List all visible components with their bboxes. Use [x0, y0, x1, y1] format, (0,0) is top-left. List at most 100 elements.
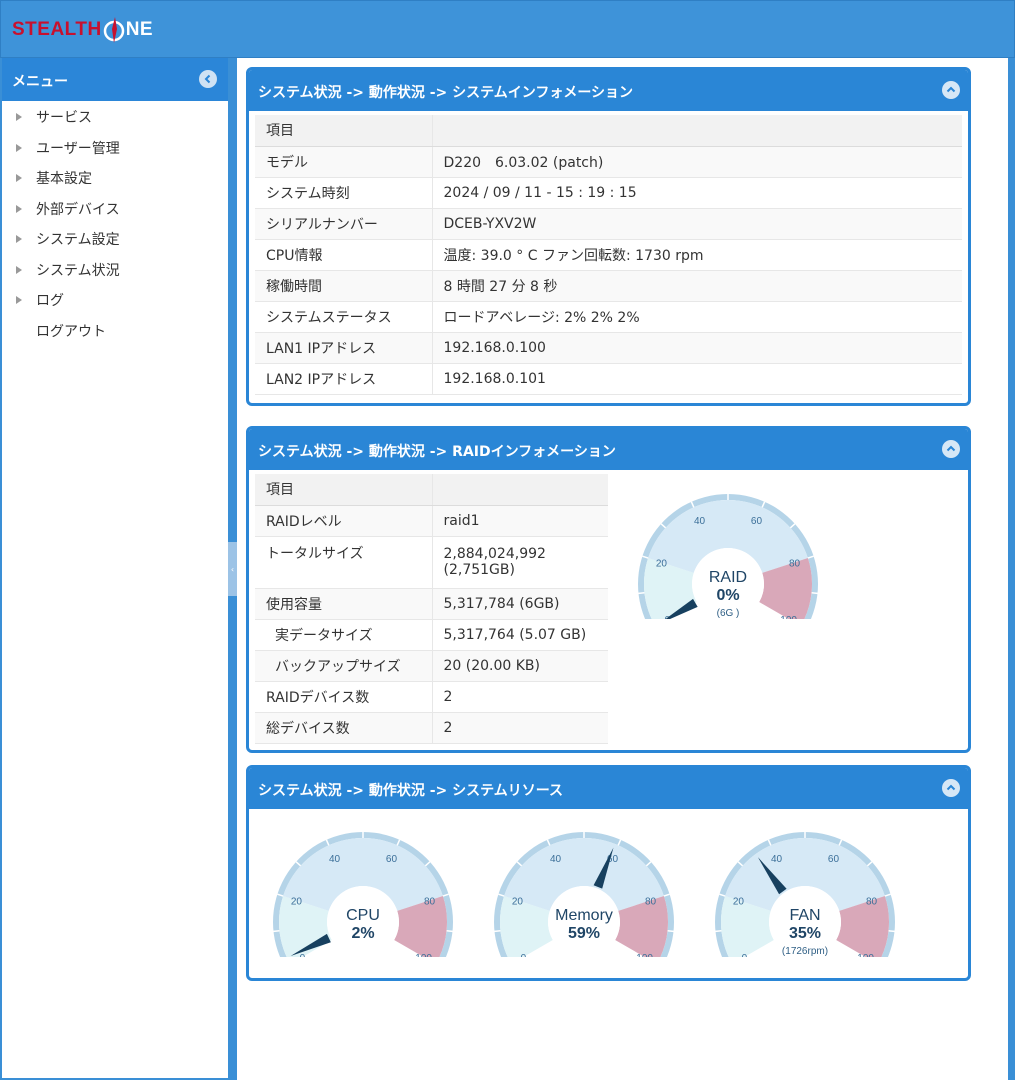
table-header-cell: 項目	[255, 115, 433, 147]
sidebar-item-basic-settings[interactable]: 基本設定	[2, 163, 228, 194]
chevron-left-icon	[204, 74, 211, 84]
top-bar: STEALTH NE	[0, 0, 1015, 58]
gauge-label: FAN	[789, 907, 820, 924]
gauge-tick	[273, 930, 280, 933]
brand-text-part2: NE	[125, 19, 154, 40]
table-row: 実データサイズ 5,317,764 (5.07 GB)	[255, 619, 608, 651]
brand-text-part1: STEALTH	[12, 19, 102, 40]
sidebar-item-label: ログ	[36, 293, 64, 310]
row-value: 2	[432, 712, 608, 744]
sidebar-item-external-devices[interactable]: 外部デバイス	[2, 194, 228, 225]
panel-header: システム状況 -> 動作状況 -> RAIDインフォメーション	[249, 429, 968, 470]
collapse-panel-button[interactable]	[942, 81, 960, 99]
table-row: 総デバイス数 2	[255, 712, 608, 744]
table-row: LAN2 IPアドレス 192.168.0.101	[255, 363, 962, 395]
row-value: 2024 / 09 / 11 - 15 : 19 : 15	[432, 177, 962, 209]
row-value: 2	[432, 681, 608, 713]
table-header-cell	[432, 115, 962, 147]
gauge-tick	[667, 930, 674, 933]
sidebar-item-logout[interactable]: ログアウト	[2, 316, 228, 347]
table-row: CPU情報 温度: 39.0 ° C ファン回転数: 1730 rpm	[255, 239, 962, 271]
sidebar-item-label: 基本設定	[36, 171, 92, 188]
row-value: 20 (20.00 KB)	[432, 650, 608, 682]
sidebar-item-user-management[interactable]: ユーザー管理	[2, 133, 228, 164]
gauge-tick-label: 20	[733, 896, 745, 907]
gauge-value: 0%	[716, 587, 739, 604]
gauge-value: 35%	[789, 925, 821, 942]
row-key: LAN1 IPアドレス	[255, 332, 433, 364]
gauge-tick-label: 40	[771, 854, 783, 865]
row-value: D220 6.03.02 (patch)	[432, 146, 962, 178]
gauge-tick	[888, 930, 895, 933]
chevron-up-icon	[946, 86, 956, 93]
gauge-tick-label: 60	[751, 516, 763, 527]
row-value: 192.168.0.100	[432, 332, 962, 364]
row-value: 192.168.0.101	[432, 363, 962, 395]
row-value: 2,884,024,992 (2,751GB)	[432, 536, 608, 589]
row-key: システム時刻	[255, 177, 433, 209]
gauge-tick-label: 100	[780, 615, 797, 619]
gauge-value: 2%	[351, 925, 374, 942]
chevron-up-icon	[946, 445, 956, 452]
gauge-tick-label: 80	[789, 558, 801, 569]
collapse-panel-button[interactable]	[942, 440, 960, 458]
table-row: RAIDレベル raid1	[255, 505, 608, 537]
panel-title: システム状況 -> 動作状況 -> システムリソース	[258, 783, 564, 799]
gauge-tick-label: 80	[866, 896, 878, 907]
gauge-tick	[446, 930, 453, 933]
panel-title: システム状況 -> 動作状況 -> RAIDインフォメーション	[258, 444, 616, 460]
gauge-sub-label: (1726rpm)	[782, 946, 828, 957]
chevron-up-icon	[946, 784, 956, 791]
sidebar-item-service[interactable]: サービス	[2, 102, 228, 133]
expand-arrow-icon	[16, 265, 22, 274]
gauge-tick-label: 20	[512, 896, 524, 907]
sidebar-item-label: システム状況	[36, 262, 120, 279]
menu-title: メニュー	[12, 74, 68, 90]
system-info-table: 項目 モデル D220 6.03.02 (patch) システム時刻 2024 / …	[255, 115, 962, 395]
sidebar-item-system-settings[interactable]: システム設定	[2, 224, 228, 255]
gauge-tick-label: 80	[424, 896, 436, 907]
table-row: バックアップサイズ 20 (20.00 KB)	[255, 650, 608, 682]
row-key: モデル	[255, 146, 433, 178]
brand-logo[interactable]: STEALTH NE	[12, 17, 153, 43]
gauge-tick-label: 40	[329, 854, 341, 865]
row-key: CPU情報	[255, 239, 433, 271]
expand-arrow-icon	[16, 113, 22, 122]
splitter-handle[interactable]: ‹	[228, 542, 237, 596]
gauge-tick	[811, 592, 818, 595]
gauge-tick-label: 0	[742, 953, 748, 957]
row-key: バックアップサイズ	[255, 650, 433, 682]
table-header-cell	[432, 474, 608, 506]
row-value: raid1	[432, 505, 608, 537]
row-key: システムステータス	[255, 301, 433, 333]
row-value: DCEB-YXV2W	[432, 208, 962, 240]
collapse-sidebar-button[interactable]	[199, 70, 217, 88]
table-header-cell: 項目	[255, 474, 433, 506]
sidebar: メニュー サービス ユーザー管理 基本設定 外部デバイス システム設定 システム…	[2, 58, 228, 1078]
gauge-value: 59%	[568, 925, 600, 942]
table-row: 使用容量 5,317,784 (6GB)	[255, 588, 608, 620]
gauge-tick-label: 20	[291, 896, 303, 907]
collapse-panel-button[interactable]	[942, 779, 960, 797]
gauge-tick-label: 20	[656, 558, 668, 569]
row-key: 総デバイス数	[255, 712, 433, 744]
fan-speed-gauge: 0 20 40 60 80 100 FAN35% (1726rpm)	[714, 831, 895, 957]
cpu-usage-gauge: 0 20 40 60 80 100 CPU2%	[272, 831, 453, 957]
expand-arrow-icon	[16, 235, 22, 244]
table-row: シリアルナンバー DCEB-YXV2W	[255, 208, 962, 240]
gauge-tick	[494, 930, 501, 933]
gauge-tick-label: 40	[694, 516, 706, 527]
table-row: RAIDデバイス数 2	[255, 681, 608, 713]
row-key: RAIDデバイス数	[255, 681, 433, 713]
gauge-tick-label: 100	[636, 953, 653, 957]
gauge-tick-label: 60	[386, 854, 398, 865]
expand-arrow-icon	[16, 174, 22, 183]
sidebar-item-system-status[interactable]: システム状況	[2, 255, 228, 286]
gauge-sub-label: (6G )	[717, 608, 740, 619]
row-value-line2: (2,751GB)	[443, 562, 515, 578]
system-resource-panel: システム状況 -> 動作状況 -> システムリソース 0 20 40 60 80 100 C…	[246, 765, 971, 981]
table-row: LAN1 IPアドレス 192.168.0.100	[255, 332, 962, 364]
sidebar-item-label: ログアウト	[36, 323, 106, 340]
gauge-tick-label: 0	[300, 953, 306, 957]
sidebar-item-log[interactable]: ログ	[2, 285, 228, 316]
